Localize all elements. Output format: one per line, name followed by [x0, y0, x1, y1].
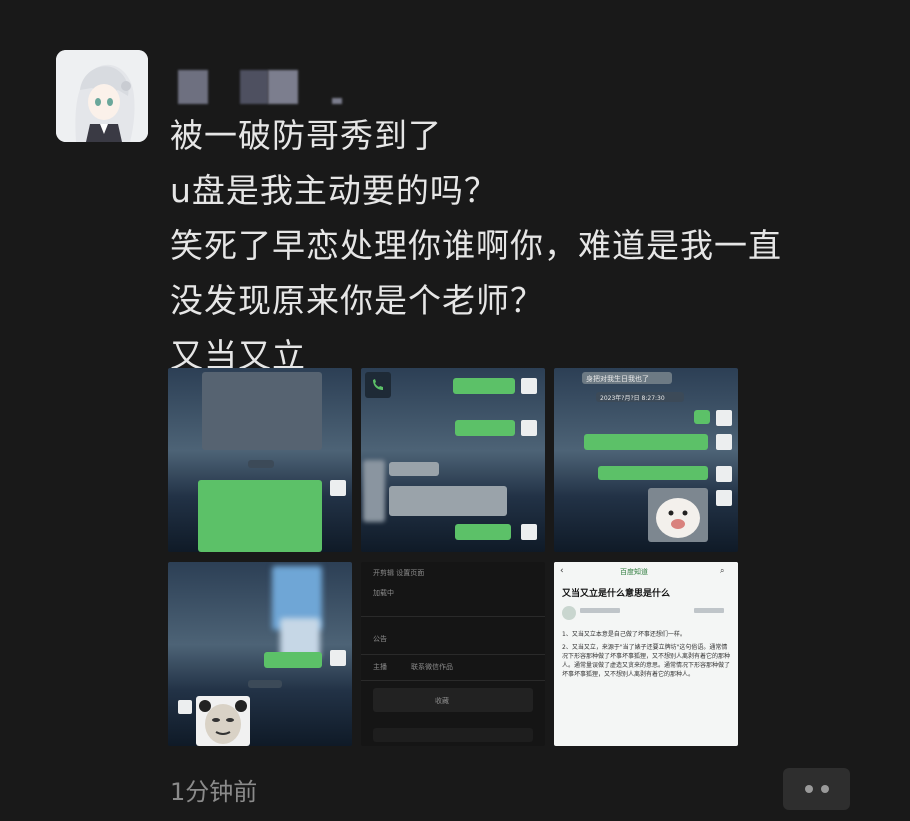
avatar-small [521, 378, 537, 394]
chat-screenshot-4[interactable] [168, 562, 352, 746]
app-settings-screenshot[interactable]: 开剪辑 设置页面 加载中 公告 主播 联系微信作品 收藏 [361, 562, 545, 746]
answer-paragraph: 1、又当又立本意是自己做了坏事还想们一样。 [562, 631, 686, 638]
avatar-small [716, 434, 732, 450]
post-line: 被一破防哥秀到了 [170, 116, 442, 155]
divider [361, 654, 545, 655]
avatar[interactable] [56, 50, 148, 142]
button-label: 收藏 [435, 697, 449, 705]
settings-row: 开剪辑 设置页面 [373, 569, 425, 577]
post-line: u盘是我主动要的吗？ [170, 171, 498, 210]
chat-screenshot-2[interactable] [361, 368, 545, 552]
avatar-small [716, 490, 732, 506]
chat-screenshot-1[interactable] [168, 368, 352, 552]
avatar-small [716, 466, 732, 482]
anime-avatar-illustration [56, 50, 148, 142]
image-grid: 身把对我生日我也了 2023年?月?日 8:27:30 开剪辑 设置页面 加载中… [168, 368, 738, 746]
post-timestamp: 1分钟前 [170, 778, 258, 806]
follow-label [694, 608, 724, 613]
settings-label: 主播 [373, 663, 387, 671]
chat-screenshot-3[interactable]: 身把对我生日我也了 2023年?月?日 8:27:30 [554, 368, 738, 552]
message-bubble [264, 652, 322, 668]
settings-label: 加载中 [373, 589, 394, 597]
footer-bar [373, 728, 533, 742]
baidu-zhidao-screenshot[interactable]: ‹ 百度知道 ⌕ 又当又立是什么意思是什么 1、又当又立本意是自己做了坏事还想们… [554, 562, 738, 746]
message-bubble [455, 420, 515, 436]
message-bubble [198, 480, 322, 552]
app-header: ‹ 百度知道 ⌕ [554, 562, 738, 580]
question-title: 又当又立是什么意思是什么 [562, 589, 671, 599]
call-icon [365, 372, 391, 398]
message-bubble [598, 466, 708, 480]
timestamp-bubble [248, 460, 274, 468]
sticker-image [648, 488, 708, 542]
avatar-small [716, 410, 732, 426]
settings-label: 公告 [373, 635, 387, 643]
message-bubble [455, 524, 511, 540]
answerer-avatar [562, 606, 576, 620]
avatar-small [178, 700, 192, 714]
settings-value: 联系微信作品 [411, 663, 453, 671]
back-icon: ‹ [560, 566, 564, 576]
timestamp-bubble: 2023年?月?日 8:27:30 [596, 392, 684, 402]
message-bubble [584, 434, 708, 450]
avatar-small [521, 420, 537, 436]
chat-message-text: 身把对我生日我也了 [586, 375, 649, 383]
message-bubble [202, 372, 322, 450]
message-bubble [694, 410, 710, 424]
message-bubble [389, 486, 507, 516]
answer-body: 1、又当又立本意是自己做了坏事还想们一样。 2、又当又立，来源于"当了婊子还要立… [562, 630, 732, 742]
username-pixelated[interactable] [178, 70, 348, 104]
post-text: 被一破防哥秀到了 u盘是我主动要的吗？ 笑死了早恋处理你谁啊你，难道是我一直 没… [170, 108, 870, 383]
divider [361, 616, 545, 617]
message-bubble [453, 378, 515, 394]
chat-timestamp: 2023年?月?日 8:27:30 [600, 395, 665, 402]
answer-paragraph: 2、又当又立，来源于"当了婊子还要立牌坊"这句俗语。通常情况下形容那种做了坏事坏… [562, 644, 731, 678]
meme-sticker [196, 696, 250, 746]
avatar-small [521, 524, 537, 540]
avatar-small [330, 650, 346, 666]
more-dots-icon[interactable] [783, 768, 850, 810]
avatar-small [330, 480, 346, 496]
answerer-name [580, 608, 620, 613]
blurred-avatar [363, 460, 385, 522]
message-bubble [389, 462, 439, 476]
post-line: 笑死了早恋处理你谁啊你，难道是我一直 [170, 226, 782, 265]
divider [361, 680, 545, 681]
search-icon: ⌕ [720, 566, 725, 575]
message-bubble: 身把对我生日我也了 [582, 372, 672, 384]
app-title: 百度知道 [620, 568, 648, 576]
post-line: 没发现原来你是个老师？ [170, 281, 544, 320]
action-button: 收藏 [373, 688, 533, 712]
timestamp-bubble [248, 680, 282, 688]
